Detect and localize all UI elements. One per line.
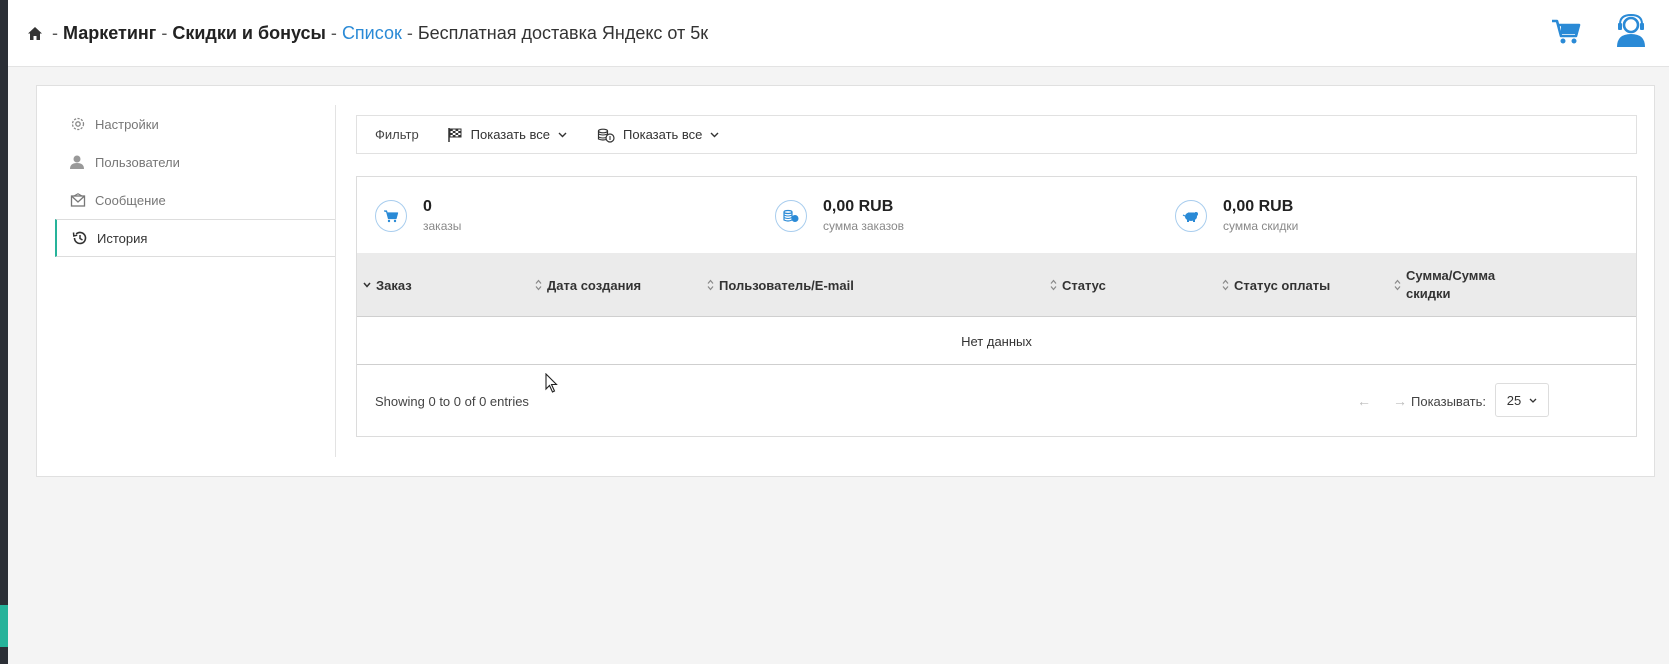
sidebar-item-label: Сообщение (95, 192, 166, 208)
column-header-label: Заказ (376, 277, 412, 293)
prev-page-button[interactable]: ← (1357, 393, 1371, 409)
column-header-order[interactable]: Заказ (363, 253, 412, 317)
sidebar-item-label: Настройки (95, 116, 159, 132)
filter-label: Фильтр (375, 127, 419, 142)
main-card: Настройки Пользователи Сообщение История… (36, 85, 1655, 477)
breadcrumb-separator: - (161, 23, 168, 43)
left-nav-active-indicator (0, 605, 8, 647)
top-icons (1549, 14, 1647, 48)
table-empty-message: Нет данных (357, 318, 1636, 365)
top-bar: - Маркетинг - Скидки и бонусы - Список -… (8, 0, 1669, 67)
stat-discount-sum: 0,00 RUB сумма скидки (1175, 197, 1298, 233)
coins-icon (775, 200, 807, 232)
stat-order-sum-value: 0,00 RUB (823, 198, 894, 215)
sort-icon (707, 279, 714, 291)
filter-bar: Фильтр Показать все Показать все (356, 115, 1637, 154)
stat-discount-sum-value: 0,00 RUB (1223, 198, 1294, 215)
sort-icon (1222, 279, 1229, 291)
column-header-created[interactable]: Дата создания (535, 253, 641, 317)
sidebar-item-users[interactable]: Пользователи (55, 143, 335, 181)
breadcrumb-discounts: Скидки и бонусы (172, 23, 326, 43)
left-nav-strip (0, 0, 8, 664)
table-header: Заказ Дата создания Пользователь/E-mail … (357, 253, 1636, 317)
column-header-payment-status[interactable]: Статус оплаты (1222, 253, 1330, 317)
breadcrumb-marketing: Маркетинг (63, 23, 157, 43)
history-panel: 0 заказы 0,00 RUB сумма заказов 0,00 RUB… (356, 176, 1637, 437)
sidebar-item-label: История (97, 230, 148, 246)
column-header-label: Пользователь/E-mail (719, 277, 854, 293)
sort-icon (535, 279, 542, 291)
coins-icon (597, 128, 615, 143)
sidebar-item-settings[interactable]: Настройки (55, 105, 335, 143)
stat-order-sum: 0,00 RUB сумма заказов (775, 197, 904, 233)
filter-status-value: Показать все (470, 127, 551, 142)
next-page-button[interactable]: → (1393, 393, 1407, 409)
user-icon (69, 153, 87, 171)
column-header-label: Статус (1062, 277, 1106, 293)
column-header-user[interactable]: Пользователь/E-mail (707, 253, 854, 317)
home-icon[interactable] (27, 23, 43, 47)
breadcrumb-list-link[interactable]: Список (342, 23, 402, 43)
sidebar-divider (335, 105, 336, 457)
cart-icon[interactable] (1549, 14, 1583, 48)
column-header-label: Сумма/Сумма скидки (1406, 268, 1496, 301)
entries-info: Showing 0 to 0 of 0 entries (375, 394, 529, 409)
stat-orders: 0 заказы (375, 197, 461, 233)
per-page-select[interactable]: 25 (1495, 383, 1549, 417)
stat-discount-sum-label: сумма скидки (1223, 219, 1299, 233)
column-header-sum[interactable]: Сумма/Сумма скидки (1394, 253, 1495, 317)
filter-payment-dropdown[interactable]: Показать все (597, 127, 719, 143)
column-header-status[interactable]: Статус (1050, 253, 1106, 317)
cart-icon (375, 200, 407, 232)
filter-status-dropdown[interactable]: Показать все (447, 127, 567, 143)
breadcrumb: - Маркетинг - Скидки и бонусы - Список -… (27, 21, 708, 47)
column-header-label: Дата создания (547, 277, 642, 293)
per-page-value: 25 (1506, 392, 1522, 408)
column-header-label: Статус оплаты (1234, 277, 1331, 293)
breadcrumb-current: Бесплатная доставка Яндекс от 5к (417, 23, 709, 43)
stat-orders-value: 0 (423, 198, 432, 215)
pagination: ← → (1357, 393, 1407, 409)
stats-row: 0 заказы 0,00 RUB сумма заказов 0,00 RUB… (357, 177, 1636, 253)
sort-icon (1394, 279, 1401, 291)
stat-orders-label: заказы (423, 219, 462, 233)
chevron-down-icon (558, 132, 567, 137)
breadcrumb-separator: - (406, 23, 413, 43)
per-page-label: Показывать: (1411, 394, 1486, 409)
support-user-icon[interactable] (1615, 14, 1647, 48)
sidebar: Настройки Пользователи Сообщение История (55, 105, 335, 257)
chevron-down-icon (710, 132, 719, 137)
history-icon (71, 229, 89, 247)
breadcrumb-separator: - (52, 23, 59, 43)
flag-icon (447, 127, 462, 142)
gear-icon (69, 115, 87, 133)
sort-desc-icon (363, 282, 371, 288)
stat-order-sum-label: сумма заказов (823, 219, 905, 233)
sidebar-item-message[interactable]: Сообщение (55, 181, 335, 219)
sidebar-item-history[interactable]: История (55, 219, 335, 257)
envelope-icon (69, 191, 87, 209)
breadcrumb-separator: - (330, 23, 337, 43)
piggy-bank-icon (1175, 200, 1207, 232)
sort-icon (1050, 279, 1057, 291)
chevron-down-icon (1529, 398, 1537, 403)
mouse-cursor-icon (545, 373, 558, 393)
filter-payment-value: Показать все (623, 127, 703, 142)
sidebar-item-label: Пользователи (95, 154, 180, 170)
